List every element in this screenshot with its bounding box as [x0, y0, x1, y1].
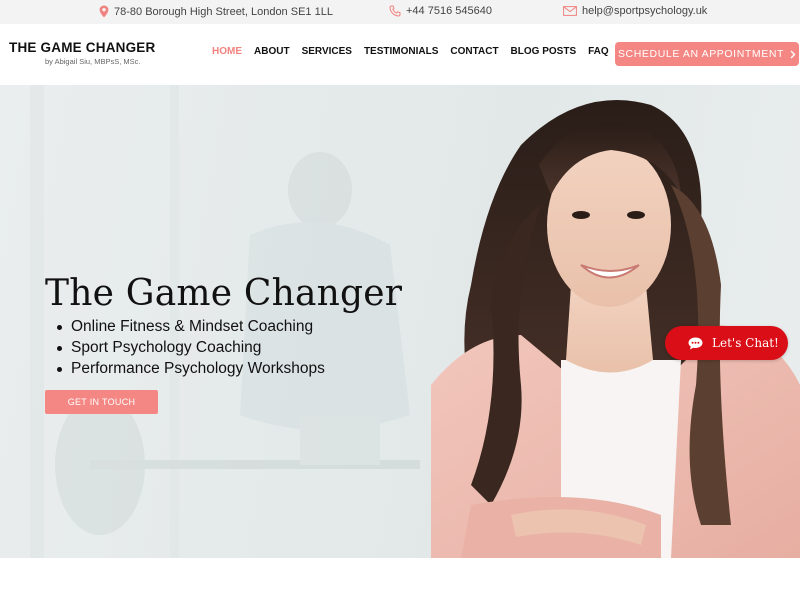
map-pin-icon: [99, 5, 109, 18]
mail-icon: [563, 6, 577, 16]
service-item: Sport Psychology Coaching: [55, 337, 325, 358]
nav-about[interactable]: ABOUT: [254, 46, 290, 57]
nav-testimonials[interactable]: TESTIMONIALS: [364, 46, 438, 57]
schedule-appointment-label: SCHEDULE AN APPOINTMENT: [617, 48, 785, 60]
email-info[interactable]: help@sportpsychology.uk: [563, 5, 707, 17]
nav-blog-posts[interactable]: BLOG POSTS: [511, 46, 577, 57]
phone-icon: [389, 5, 401, 17]
chat-label: Let's Chat!: [712, 336, 779, 350]
coach-portrait-image: [431, 100, 800, 558]
nav-contact[interactable]: CONTACT: [450, 46, 498, 57]
nav-services[interactable]: SERVICES: [302, 46, 352, 57]
chat-widget-button[interactable]: Let's Chat!: [665, 326, 788, 360]
chat-bubble-icon: [688, 337, 703, 349]
services-list: Online Fitness & Mindset Coaching Sport …: [55, 316, 325, 379]
brand-subtitle: by Abigail Siu, MBPsS, MSc.: [45, 57, 141, 66]
address-info: 78-80 Borough High Street, London SE1 1L…: [99, 5, 333, 18]
address-text: 78-80 Borough High Street, London SE1 1L…: [114, 5, 333, 18]
service-item: Performance Psychology Workshops: [55, 358, 325, 379]
nav-home[interactable]: HOME: [212, 46, 242, 57]
top-info-bar: 78-80 Borough High Street, London SE1 1L…: [0, 0, 800, 24]
brand-logo[interactable]: THE GAME CHANGER by Abigail Siu, MBPsS, …: [9, 40, 155, 66]
brand-title[interactable]: THE GAME CHANGER: [9, 40, 155, 55]
hero-section: The Game Changer Online Fitness & Mindse…: [0, 85, 800, 558]
phone-text[interactable]: +44 7516 545640: [406, 5, 492, 17]
hero-title: The Game Changer: [45, 273, 403, 314]
chevron-right-icon: [790, 50, 796, 58]
site-header: THE GAME CHANGER by Abigail Siu, MBPsS, …: [0, 24, 800, 85]
get-in-touch-button[interactable]: GET IN TOUCH: [45, 390, 158, 414]
schedule-appointment-button[interactable]: SCHEDULE AN APPOINTMENT: [615, 42, 799, 66]
main-nav: HOME ABOUT SERVICES TESTIMONIALS CONTACT…: [212, 46, 609, 57]
nav-faq[interactable]: FAQ: [588, 46, 609, 57]
email-text[interactable]: help@sportpsychology.uk: [582, 5, 707, 17]
service-item: Online Fitness & Mindset Coaching: [55, 316, 325, 337]
phone-info[interactable]: +44 7516 545640: [389, 5, 492, 17]
